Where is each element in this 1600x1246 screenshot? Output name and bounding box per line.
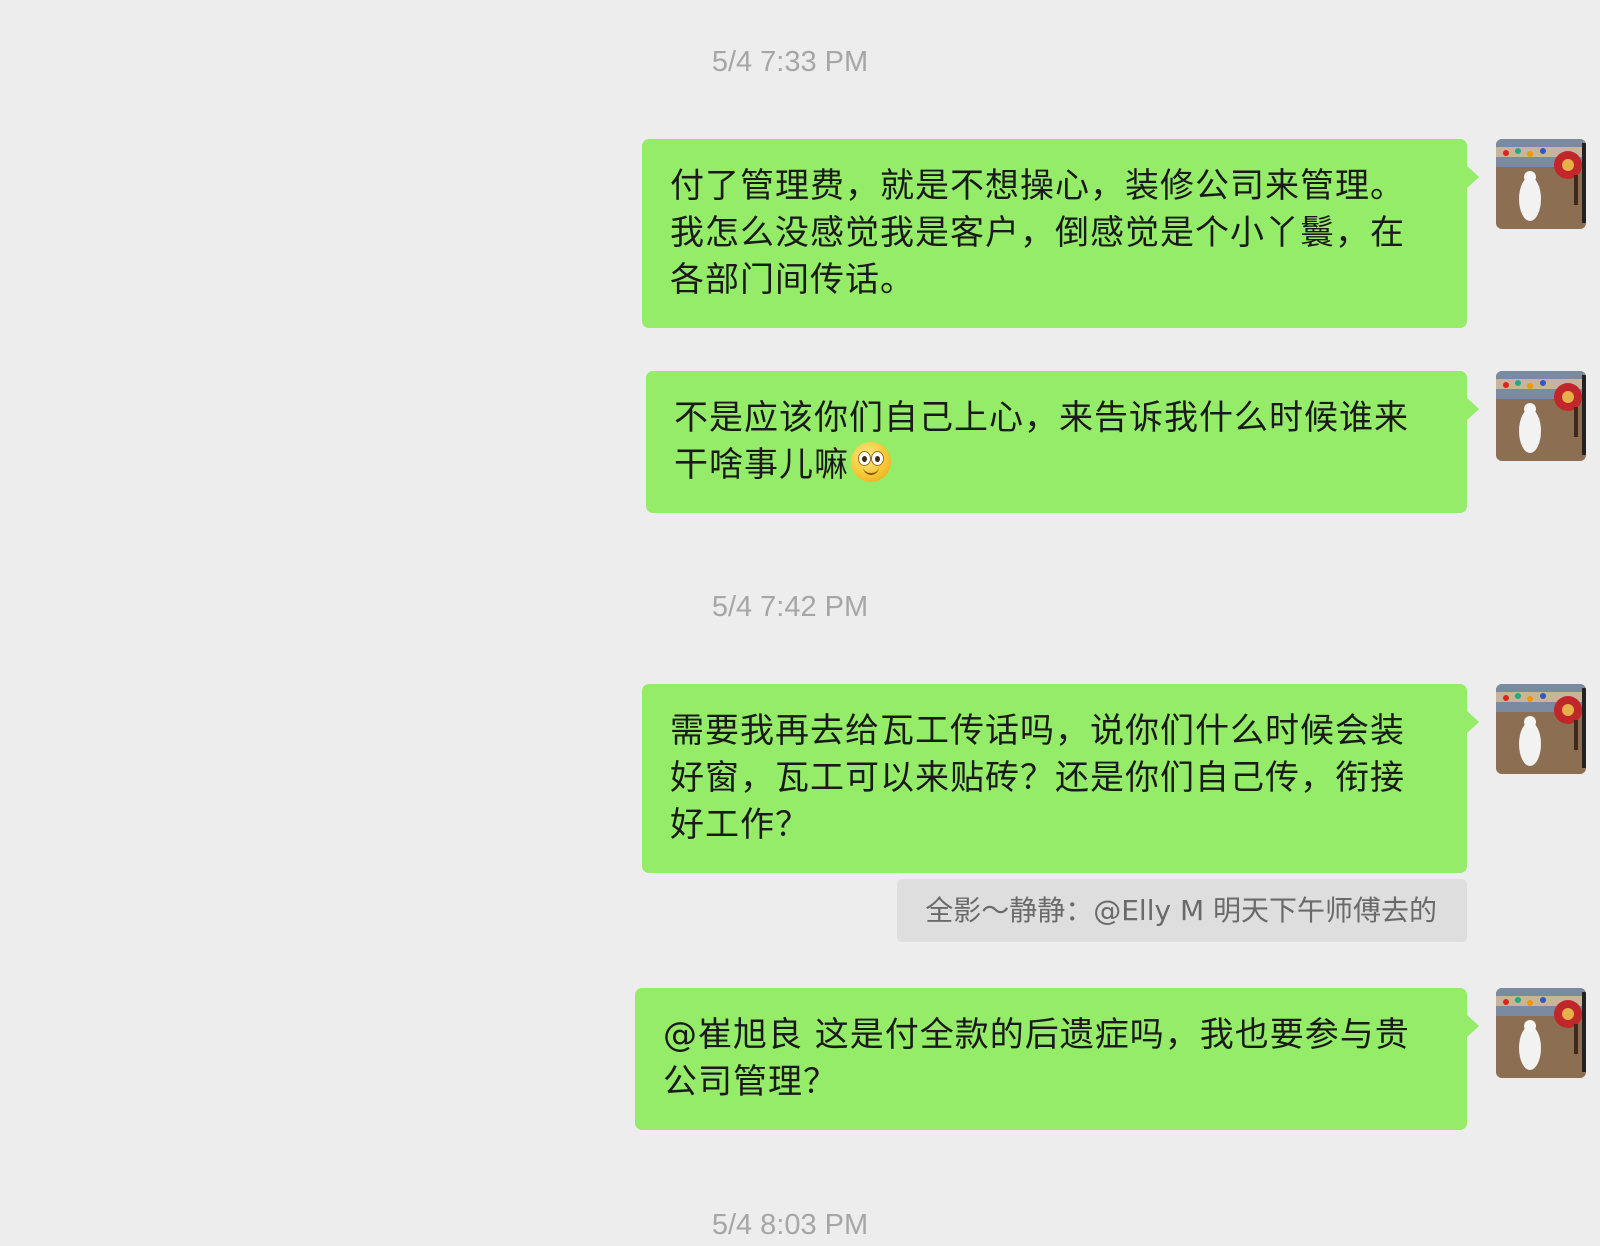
message-text: 不是应该你们自己上心，来告诉我什么时候谁来干啥事儿嘛 bbox=[674, 398, 1409, 485]
quoted-reply[interactable]: 全影～静静：@Elly M 明天下午师傅去的 bbox=[897, 879, 1467, 942]
timestamp: 5/4 7:42 PM bbox=[711, 591, 869, 623]
avatar[interactable] bbox=[1496, 371, 1586, 461]
avatar[interactable] bbox=[1496, 684, 1586, 774]
avatar[interactable] bbox=[1496, 139, 1586, 229]
message-text: @崔旭良 这是付全款的后遗症吗，我也要参与贵公司管理？ bbox=[663, 1015, 1410, 1102]
avatar[interactable] bbox=[1496, 988, 1586, 1078]
message-bubble[interactable]: 付了管理费，就是不想操心，装修公司来管理。我怎么没感觉我是客户，倒感觉是个小丫鬟… bbox=[642, 139, 1479, 328]
message-bubble[interactable]: 需要我再去给瓦工传话吗，说你们什么时候会装好窗，瓦工可以来贴砖？还是你们自己传，… bbox=[642, 684, 1479, 873]
avatar-photo-icon bbox=[1496, 371, 1586, 461]
message-bubble[interactable]: 不是应该你们自己上心，来告诉我什么时候谁来干啥事儿嘛 bbox=[646, 371, 1479, 513]
avatar-photo-icon bbox=[1496, 684, 1586, 774]
avatar-photo-icon bbox=[1496, 988, 1586, 1078]
message-bubble[interactable]: @崔旭良 这是付全款的后遗症吗，我也要参与贵公司管理？ bbox=[635, 988, 1479, 1130]
smiling-face-emoji-icon bbox=[851, 442, 891, 482]
quoted-reply-text: 全影～静静：@Elly M 明天下午师傅去的 bbox=[925, 894, 1437, 927]
message-text: 付了管理费，就是不想操心，装修公司来管理。我怎么没感觉我是客户，倒感觉是个小丫鬟… bbox=[670, 166, 1405, 300]
timestamp: 5/4 8:03 PM bbox=[711, 1209, 869, 1241]
avatar-photo-icon bbox=[1496, 139, 1586, 229]
message-text: 需要我再去给瓦工传话吗，说你们什么时候会装好窗，瓦工可以来贴砖？还是你们自己传，… bbox=[670, 711, 1405, 845]
timestamp: 5/4 7:33 PM bbox=[711, 46, 869, 78]
